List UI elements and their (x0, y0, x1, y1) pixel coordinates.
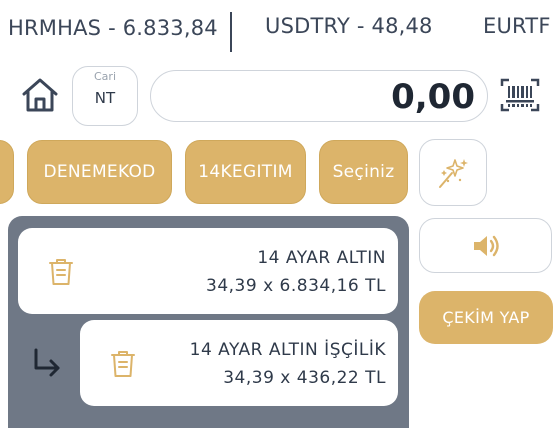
home-icon (22, 78, 58, 112)
ticker-item-eurtry: EURTF (483, 14, 551, 38)
cart-item[interactable]: 14 AYAR ALTIN İŞÇİLİK 34,39 x 436,22 TL (80, 320, 398, 406)
amount-field[interactable]: 0,00 (150, 70, 488, 122)
price-ticker: HRMHAS - 6.833,84 USDTRY - 48,48 EURTF (0, 0, 560, 62)
sound-button[interactable] (419, 218, 552, 273)
delete-item-button[interactable] (108, 348, 138, 380)
sub-item-arrow-icon (34, 348, 60, 377)
chip-14kegitim[interactable]: 14KEGITIM (185, 140, 306, 204)
item-detail: 34,39 x 6.834,16 TL (206, 276, 386, 296)
chip-denemekod[interactable]: DENEMEKOD (27, 140, 172, 204)
chip-partial[interactable] (0, 140, 14, 204)
speaker-icon (473, 235, 499, 256)
magic-wand-stars-icon (439, 158, 468, 188)
amount-value: 0,00 (391, 77, 475, 117)
delete-item-button[interactable] (46, 256, 76, 288)
ticker-item-usdtry: USDTRY - 48,48 (265, 14, 433, 38)
barcode-scan-icon (500, 78, 540, 112)
barcode-scan-button[interactable] (498, 74, 542, 116)
cari-selector[interactable]: Cari NT (72, 66, 138, 126)
item-name: 14 AYAR ALTIN İŞÇİLİK (189, 340, 386, 360)
trash-icon (49, 259, 73, 285)
ticker-divider (230, 12, 232, 52)
cari-value: NT (94, 89, 116, 107)
cart-item[interactable]: 14 AYAR ALTIN 34,39 x 6.834,16 TL (18, 228, 398, 314)
home-button[interactable] (18, 74, 62, 116)
ticker-item-hrmhas: HRMHAS - 6.833,84 (8, 16, 218, 40)
chip-seciniz[interactable]: Seçiniz (319, 140, 408, 204)
item-name: 14 AYAR ALTIN (257, 248, 386, 268)
cari-label: Cari (94, 70, 116, 83)
cekim-yap-button[interactable]: ÇEKİM YAP (419, 291, 553, 344)
trash-icon (111, 351, 135, 377)
magic-button[interactable] (419, 139, 487, 206)
item-detail: 34,39 x 436,22 TL (223, 368, 386, 388)
